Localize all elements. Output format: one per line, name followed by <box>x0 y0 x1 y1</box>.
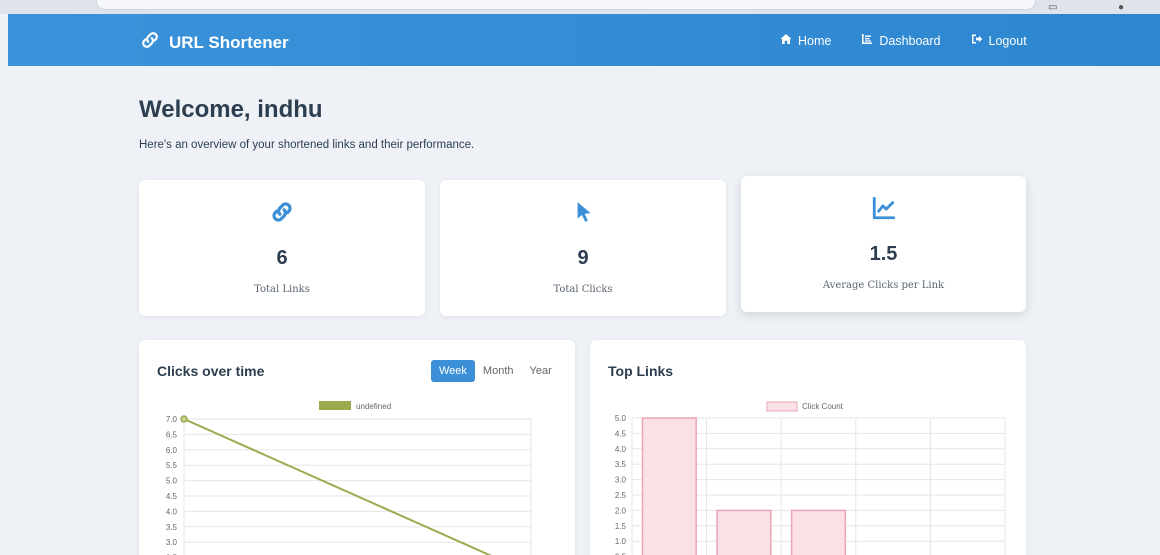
navbar: URL Shortener Home Dashboard Logout <box>8 14 1160 66</box>
nav-logout[interactable]: Logout <box>971 33 1027 48</box>
page-subtitle: Here's an overview of your shortened lin… <box>139 139 475 151</box>
total-links-label: Total Links <box>254 284 310 295</box>
profile-icon[interactable]: ● <box>1118 2 1124 13</box>
chart-line-icon <box>741 195 1026 221</box>
home-icon <box>780 33 792 48</box>
browser-toolbar: ▭ ● <box>0 0 1160 14</box>
y-tick-label: 5.0 <box>166 477 178 486</box>
nav-home-label: Home <box>798 33 832 48</box>
total-clicks-value: 9 <box>577 247 589 269</box>
clicks-line-chart: undefined7.06.56.05.55.04.54.03.53.02.5 <box>166 401 532 555</box>
y-tick-label: 7.0 <box>166 415 178 424</box>
nav-logout-label: Logout <box>988 33 1027 48</box>
y-tick-label: 4.0 <box>615 445 627 454</box>
total-clicks-label: Total Clicks <box>553 284 613 295</box>
y-tick-label: 1.5 <box>615 522 627 531</box>
y-tick-label: 4.5 <box>166 492 178 501</box>
series-line <box>183 418 492 555</box>
y-tick-label: 2.0 <box>615 506 627 515</box>
y-tick-label: 6.5 <box>166 430 178 439</box>
average-clicks-label: Average Clicks per Link <box>822 280 945 291</box>
legend-label: undefined <box>356 402 391 411</box>
data-point <box>180 415 188 423</box>
average-clicks-value: 1.5 <box>869 243 898 265</box>
address-bar[interactable] <box>96 0 1036 10</box>
top-links-panel: Top Links Click Count 5.0 4.5 4.0 3.5 3.0 2.5 2… <box>590 340 1026 555</box>
stat-card-total-links: 6 Total Links <box>139 180 425 316</box>
pointer-icon <box>440 199 726 225</box>
nav-home[interactable]: Home <box>780 33 831 48</box>
link-icon <box>139 199 425 225</box>
nav-dashboard-label: Dashboard <box>879 33 941 48</box>
dashboard-icon <box>861 33 873 48</box>
y-tick-label: 6.0 <box>166 446 178 455</box>
y-tick-label: 3.0 <box>166 538 178 547</box>
legend-swatch <box>319 401 351 410</box>
page-title: Welcome, indhu <box>139 96 323 123</box>
nav-dashboard[interactable]: Dashboard <box>861 33 941 48</box>
y-tick-label: 3.5 <box>166 523 178 532</box>
y-tick-label: 3.0 <box>615 476 627 485</box>
top-links-bar-chart: Click Count5.04.54.03.53.02.52.01.51.00.… <box>615 401 1006 555</box>
y-tick-label: 5.0 <box>615 414 627 423</box>
total-links-value: 6 <box>276 247 288 269</box>
y-tick-label: 1.0 <box>615 537 627 546</box>
legend-swatch <box>766 401 798 412</box>
clicks-over-time-panel: Clicks over time Week Month Year undefin… <box>139 340 575 555</box>
stat-card-total-clicks: 9 Total Clicks <box>440 180 726 316</box>
legend-label: Click Count <box>802 402 844 411</box>
y-tick-label: 2.5 <box>615 491 627 500</box>
link-icon <box>139 29 161 56</box>
brand[interactable]: URL Shortener <box>139 29 289 56</box>
brand-title: URL Shortener <box>169 32 289 52</box>
y-tick-label: 4.5 <box>615 429 627 438</box>
y-tick-label: 5.5 <box>166 461 178 470</box>
y-tick-label: 3.5 <box>615 460 627 469</box>
stat-card-average-clicks: 1.5 Average Clicks per Link <box>741 176 1026 312</box>
bar <box>716 509 772 555</box>
logout-icon <box>971 33 983 48</box>
extensions-icon[interactable]: ▭ <box>1048 2 1057 13</box>
bar <box>641 417 697 555</box>
y-tick-label: 4.0 <box>166 507 178 516</box>
bar <box>790 509 847 555</box>
